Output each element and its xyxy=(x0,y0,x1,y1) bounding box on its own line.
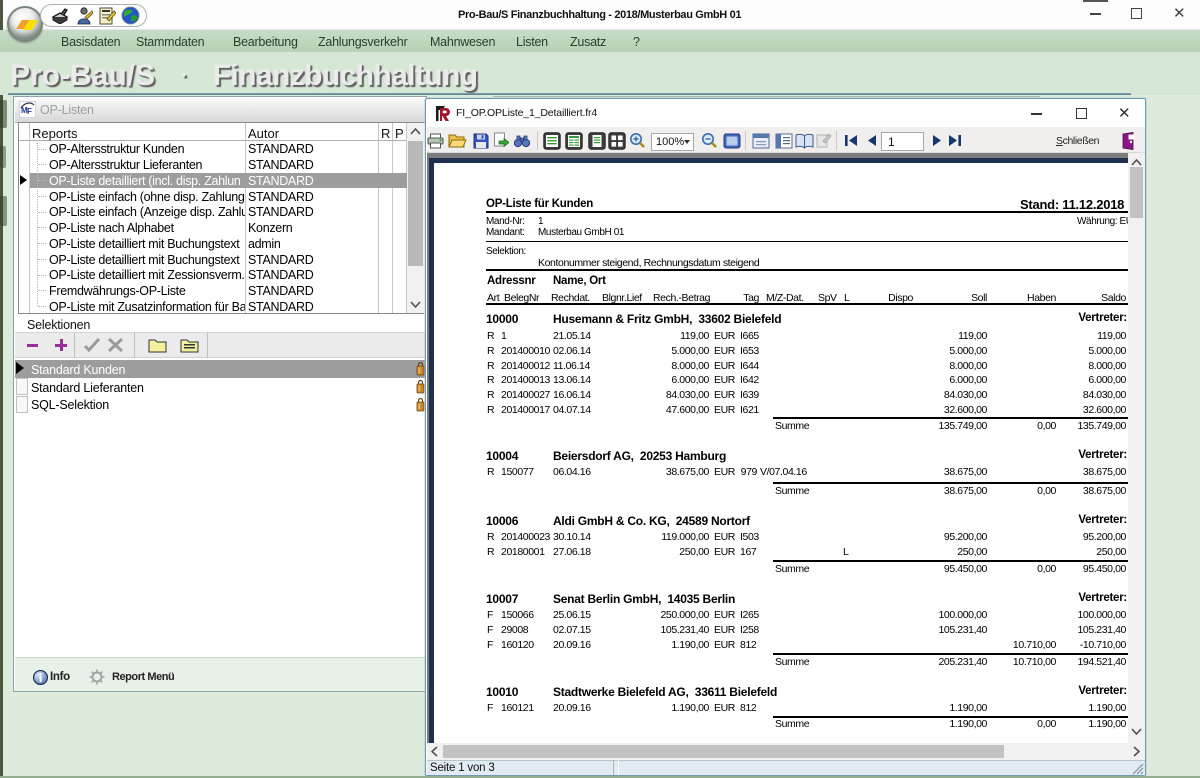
svg-text:F: F xyxy=(27,107,32,116)
